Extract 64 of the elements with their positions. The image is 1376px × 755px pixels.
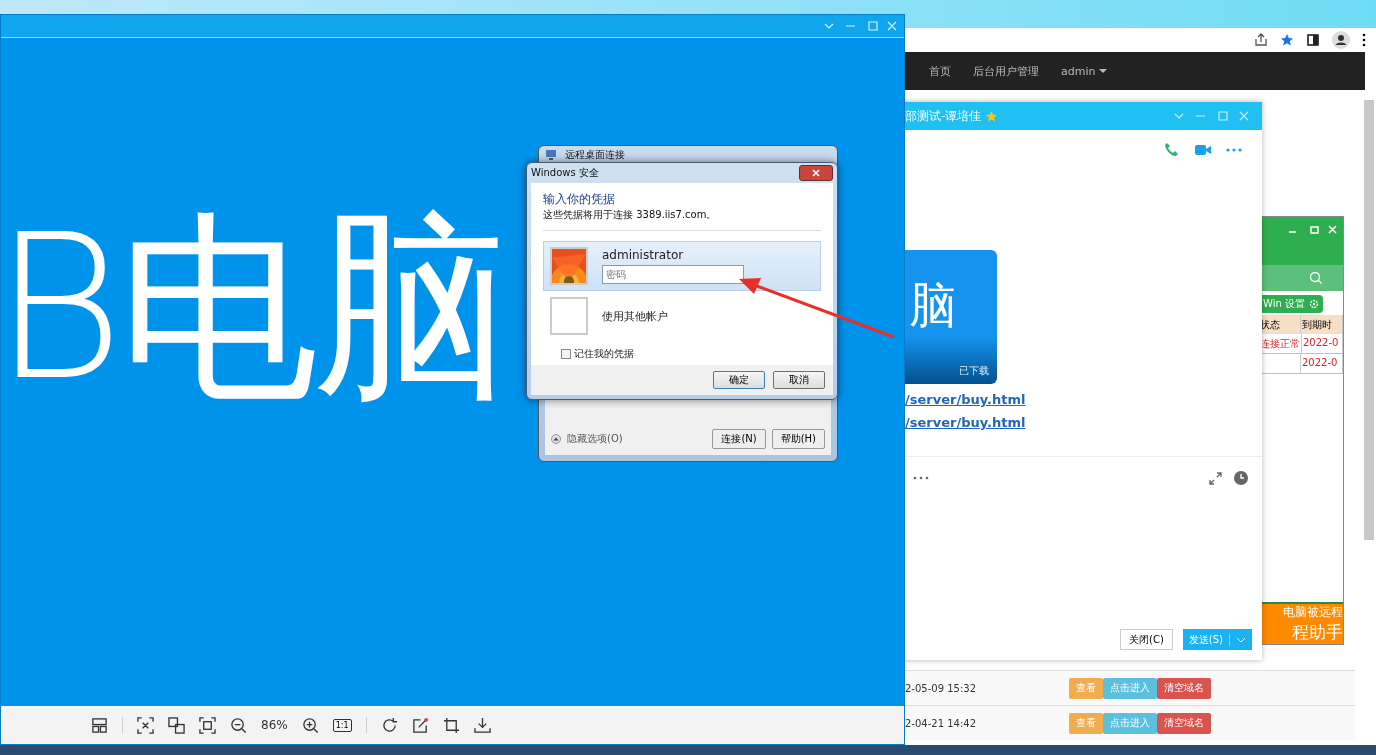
banner-text: 程助手 <box>1292 621 1343 644</box>
close-button[interactable]: 关闭(C) <box>1120 629 1173 650</box>
account-tile[interactable]: administrator 密码 <box>543 241 821 291</box>
dialog-title: Windows 安全 <box>531 166 599 180</box>
nav-link[interactable]: 后台用户管理 <box>973 63 1039 79</box>
clock-icon[interactable] <box>1234 471 1248 485</box>
crop-icon[interactable] <box>442 716 460 734</box>
card-text: 脑 <box>909 276 957 335</box>
video-icon[interactable] <box>1194 143 1212 157</box>
image-card[interactable]: 脑 已下载 <box>905 250 997 384</box>
expand-icon[interactable] <box>1209 471 1222 485</box>
download-icon[interactable] <box>473 716 491 734</box>
gear-icon <box>1308 299 1319 309</box>
collapse-icon[interactable] <box>551 434 561 444</box>
actual-size-button[interactable]: 1:1 <box>332 718 352 732</box>
profile-icon[interactable] <box>1332 31 1350 49</box>
close-icon[interactable] <box>812 169 820 177</box>
options-toggle[interactable]: 隐藏选项(O) <box>567 432 623 446</box>
phone-icon[interactable] <box>1164 142 1180 158</box>
star-icon[interactable] <box>1280 33 1294 47</box>
nav-link[interactable]: admin <box>1061 64 1108 78</box>
user-icon <box>550 297 588 335</box>
more-icon[interactable] <box>1226 148 1242 152</box>
chat-title: 部测试-谭培佳 <box>905 107 982 125</box>
zoom-in-icon[interactable] <box>301 716 319 734</box>
dialog-heading: 输入你的凭据 <box>543 191 616 208</box>
scan-icon[interactable] <box>137 716 154 734</box>
nav-link[interactable]: 首页 <box>929 63 951 79</box>
table-cell-text: 2-05-09 15:32 <box>905 682 978 694</box>
action-button[interactable]: 清空域名 <box>1157 677 1211 699</box>
chat-link[interactable]: /server/buy.html <box>905 392 1026 407</box>
ok-button[interactable]: 确定 <box>713 371 765 389</box>
zoom-out-icon[interactable] <box>230 716 247 734</box>
account-tile[interactable]: 使用其他帐户 <box>543 291 821 341</box>
dialog-title: 远程桌面连接 <box>565 148 625 162</box>
table-cell-text: 2-04-21 14:42 <box>905 717 978 729</box>
edit-icon[interactable] <box>411 716 429 734</box>
banner-text: 电脑被远程 <box>1283 604 1343 621</box>
layout-icon[interactable] <box>91 716 108 734</box>
star-icon <box>985 109 999 123</box>
remember-checkbox[interactable]: 记住我的凭据 <box>561 347 634 361</box>
chat-link[interactable]: /server/buy.html <box>905 415 1026 430</box>
share-icon[interactable] <box>1254 33 1268 47</box>
table-cell: 2022-0 <box>1302 334 1343 353</box>
translate-icon[interactable] <box>168 716 185 734</box>
panel-icon[interactable] <box>1306 33 1320 47</box>
help-button[interactable]: 帮助(H) <box>771 429 825 449</box>
menu-icon[interactable] <box>1362 33 1366 47</box>
cancel-button[interactable]: 取消 <box>773 371 825 389</box>
computer-icon <box>545 149 559 161</box>
user-name: administrator <box>602 248 685 262</box>
image-text: B电脑 <box>1 208 506 408</box>
column-header: 到期时 <box>1301 315 1343 334</box>
action-button[interactable]: 清空域名 <box>1157 712 1211 734</box>
dialog-subtitle: 这些凭据将用于连接 3389.iis7.com。 <box>543 208 821 231</box>
rotate-icon[interactable] <box>380 716 398 734</box>
close-button[interactable] <box>799 165 833 181</box>
more-icon[interactable] <box>913 476 929 480</box>
table-cell: 2022-0 <box>1301 354 1343 373</box>
connect-button[interactable]: 连接(N) <box>712 429 766 449</box>
fit-icon[interactable] <box>199 716 216 734</box>
zoom-level: 86% <box>261 718 288 732</box>
card-caption: 已下载 <box>959 364 989 378</box>
password-field[interactable]: 密码 <box>602 265 744 284</box>
